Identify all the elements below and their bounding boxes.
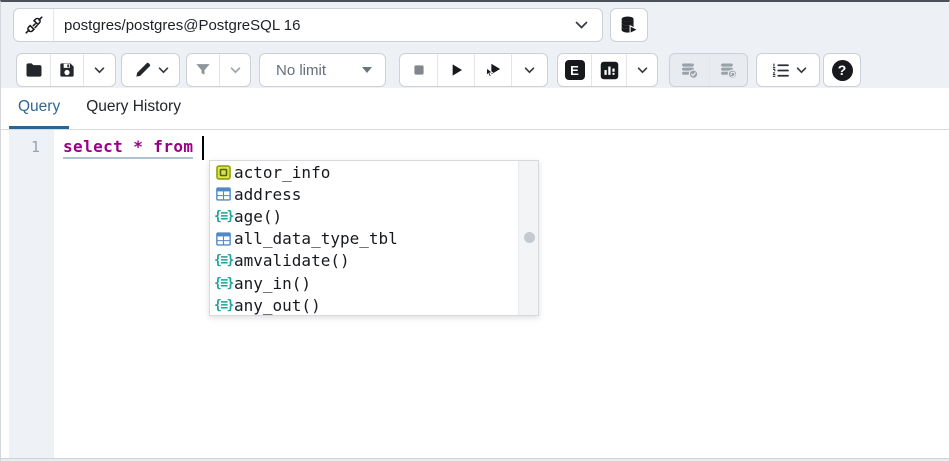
autocomplete-item[interactable]: any_out() bbox=[210, 294, 518, 316]
database-arrow-icon bbox=[618, 14, 640, 36]
bar-chart-icon bbox=[599, 60, 620, 81]
chevron-down-icon bbox=[94, 67, 105, 74]
numbered-list-icon bbox=[770, 60, 791, 81]
execute-button[interactable] bbox=[437, 54, 474, 86]
tab-query[interactable]: Query bbox=[9, 88, 69, 129]
query-tool-window: postgres/postgres@PostgreSQL 16 bbox=[0, 0, 950, 461]
function-icon bbox=[215, 209, 232, 224]
caret-down-icon bbox=[362, 67, 372, 73]
view-icon bbox=[215, 165, 232, 180]
table-icon bbox=[215, 231, 232, 246]
autocomplete-item[interactable]: any_in() bbox=[210, 272, 518, 294]
line-number: 1 bbox=[31, 138, 40, 156]
play-cursor-icon bbox=[483, 60, 503, 80]
sql-editor[interactable]: 1 select * from actor_info bbox=[1, 130, 949, 458]
autocomplete-item[interactable]: actor_info bbox=[210, 161, 518, 183]
table-icon bbox=[215, 187, 232, 202]
tab-query-history[interactable]: Query History bbox=[77, 88, 190, 129]
chevron-down-icon bbox=[637, 67, 648, 74]
stop-button[interactable] bbox=[400, 54, 437, 86]
chevron-down-icon bbox=[561, 21, 602, 29]
autocomplete-item[interactable]: address bbox=[210, 183, 518, 205]
autocomplete-popup: actor_info address age() bbox=[209, 160, 539, 316]
popup-scrollbar[interactable] bbox=[518, 161, 538, 315]
row-limit-select[interactable]: No limit bbox=[259, 53, 386, 87]
autocomplete-item[interactable]: all_data_type_tbl bbox=[210, 228, 518, 250]
editor-tabs: Query Query History bbox=[1, 88, 949, 130]
connection-select[interactable]: postgres/postgres@PostgreSQL 16 bbox=[13, 8, 603, 42]
save-options-button[interactable] bbox=[83, 54, 115, 86]
folder-icon bbox=[24, 60, 44, 80]
execute-options-button[interactable] bbox=[511, 54, 547, 86]
connection-label: postgres/postgres@PostgreSQL 16 bbox=[54, 17, 561, 34]
save-icon bbox=[57, 60, 77, 80]
autocomplete-item[interactable]: amvalidate() bbox=[210, 250, 518, 272]
save-button[interactable] bbox=[50, 54, 83, 86]
text-cursor bbox=[202, 136, 204, 160]
autocomplete-list: actor_info address age() bbox=[210, 161, 518, 315]
function-icon bbox=[215, 298, 232, 313]
macros-button[interactable] bbox=[757, 54, 819, 86]
magic-pen-icon bbox=[133, 60, 153, 80]
explain-button[interactable]: E bbox=[558, 54, 591, 86]
query-tool-header: postgres/postgres@PostgreSQL 16 bbox=[1, 2, 949, 88]
help-button[interactable]: ? bbox=[824, 54, 860, 86]
database-commit-icon bbox=[679, 60, 700, 81]
filter-button[interactable] bbox=[187, 54, 219, 86]
help-icon: ? bbox=[832, 60, 853, 81]
edit-menu-button[interactable] bbox=[122, 54, 179, 86]
new-connection-button[interactable] bbox=[610, 8, 648, 42]
commit-button[interactable] bbox=[670, 54, 709, 86]
popup-scrollbar-thumb[interactable] bbox=[524, 232, 535, 243]
play-icon bbox=[446, 60, 466, 80]
chevron-down-icon bbox=[796, 67, 807, 74]
rollback-button[interactable] bbox=[709, 54, 747, 86]
autocomplete-item[interactable]: age() bbox=[210, 205, 518, 227]
database-rollback-icon bbox=[718, 60, 739, 81]
sql-code-text: select * from bbox=[63, 137, 193, 159]
plug-disconnected-icon bbox=[14, 9, 54, 41]
code-line[interactable]: select * from bbox=[63, 136, 204, 160]
open-file-button[interactable] bbox=[17, 54, 50, 86]
explain-options-button[interactable] bbox=[626, 54, 657, 86]
line-number-gutter: 1 bbox=[9, 130, 54, 458]
function-icon bbox=[215, 253, 232, 268]
filter-options-button[interactable] bbox=[219, 54, 250, 86]
stop-icon bbox=[409, 60, 429, 80]
execute-script-button[interactable] bbox=[474, 54, 511, 86]
row-limit-value: No limit bbox=[260, 62, 362, 79]
function-icon bbox=[215, 276, 232, 291]
explain-icon: E bbox=[565, 60, 585, 80]
chevron-down-icon bbox=[158, 67, 169, 74]
filter-icon bbox=[193, 60, 213, 80]
explain-analyze-button[interactable] bbox=[591, 54, 626, 86]
chevron-down-icon bbox=[230, 67, 241, 74]
chevron-down-icon bbox=[524, 67, 535, 74]
